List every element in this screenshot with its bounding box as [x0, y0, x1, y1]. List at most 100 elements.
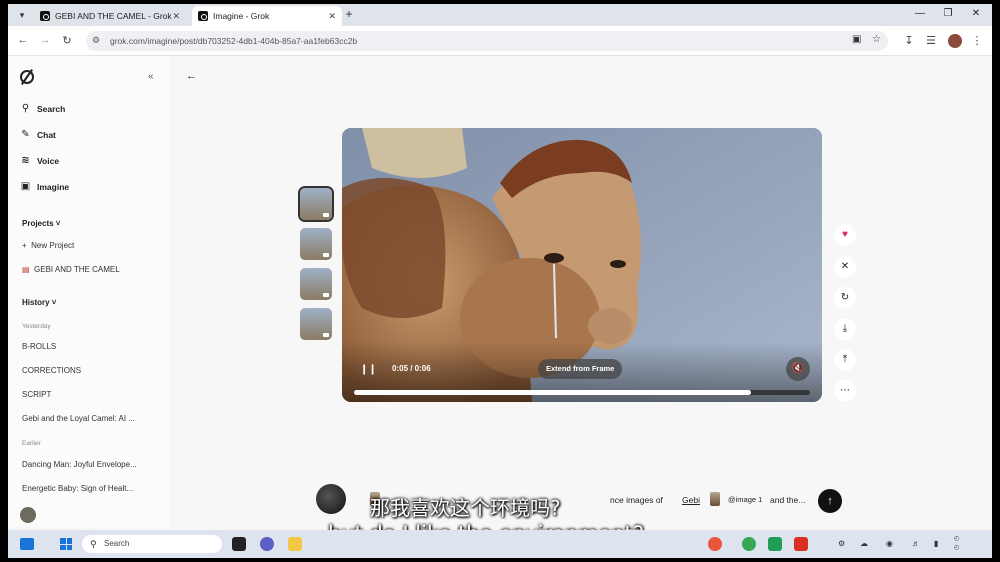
volume-icon[interactable]: ♬ — [912, 539, 920, 548]
downloads-icon[interactable]: ↧ — [902, 34, 916, 47]
chrome-icon[interactable] — [742, 537, 756, 551]
taskbar: ⚲ Search ⚙ ☁ ◉ ♬ ▮ ◴ ◴ — [8, 530, 992, 558]
prompt-mention-gebi: Gebi — [682, 495, 700, 505]
teams-icon[interactable] — [260, 537, 274, 551]
video-player[interactable]: ❙❙ 0:05 / 0:06 Extend from Frame 🔇 — [342, 128, 822, 402]
file-explorer-icon[interactable] — [288, 537, 302, 551]
minimize-icon[interactable]: — — [912, 8, 928, 19]
thumbnail[interactable] — [300, 228, 332, 260]
project-item[interactable]: ▤ GEBI AND THE CAMEL — [22, 265, 120, 274]
search-icon: ⚲ — [90, 539, 97, 549]
taskbar-search-label: Search — [104, 539, 130, 548]
cast-icon[interactable]: ▣ — [852, 34, 861, 45]
collapse-sidebar-icon[interactable]: « — [148, 71, 154, 82]
yesterday-label: Yesterday — [22, 323, 51, 330]
bookmark-star-icon[interactable]: ☆ — [872, 34, 881, 45]
voice-icon: ≋ — [21, 155, 30, 166]
close-tab-icon[interactable]: ✕ — [328, 11, 336, 22]
sidebar-item-search[interactable]: ⚲ Search — [20, 103, 66, 114]
tray-icon[interactable]: ☁ — [860, 539, 868, 548]
maximize-icon[interactable]: ❐ — [940, 8, 956, 19]
prompt-text-part2: and the... — [770, 495, 806, 505]
extend-from-frame-button[interactable]: Extend from Frame — [538, 359, 623, 379]
search-icon: ⚲ — [21, 103, 30, 114]
more-icon[interactable]: ⋯ — [834, 380, 856, 402]
plus-icon: + — [22, 241, 27, 250]
back-arrow-icon[interactable]: ← — [16, 34, 30, 46]
tab-label: GEBI AND THE CAMEL - Grok — [55, 11, 172, 21]
share-icon[interactable]: ⤒ — [834, 349, 856, 371]
close-tab-icon[interactable]: ✕ — [172, 11, 180, 22]
book-icon: ▤ — [22, 265, 30, 274]
projects-heading[interactable]: Projects ˅ — [22, 219, 60, 228]
chat-icon: ✎ — [21, 129, 30, 140]
grok-logo-icon[interactable] — [20, 70, 34, 84]
close-icon[interactable]: ✕ — [834, 256, 856, 278]
history-item[interactable]: SCRIPT — [22, 390, 51, 399]
new-tab-icon[interactable]: + — [342, 7, 356, 21]
prompt-image-ref: @image 1 — [728, 495, 763, 504]
tray-icon[interactable]: ⚙ — [838, 539, 845, 548]
wifi-icon[interactable]: ◉ — [886, 539, 893, 548]
sidebar-item-label: Imagine — [37, 181, 70, 192]
heart-icon[interactable]: ♥ — [834, 224, 856, 246]
send-button[interactable]: ↑ — [818, 489, 842, 513]
thumbnail[interactable] — [300, 308, 332, 340]
history-item[interactable]: Gebi and the Loyal Camel: AI ... — [22, 414, 135, 423]
history-item[interactable]: Energetic Baby: Sign of Healt... — [22, 484, 133, 493]
thumbnail[interactable] — [300, 268, 332, 300]
user-avatar[interactable] — [20, 507, 36, 523]
sidebar-item-voice[interactable]: ≋ Voice — [20, 155, 59, 166]
sidebar-item-label: Search — [37, 103, 66, 114]
new-project-button[interactable]: + New Project — [22, 241, 74, 250]
battery-icon[interactable]: ▮ — [934, 539, 938, 548]
windows-start-icon[interactable] — [60, 538, 72, 550]
widgets-icon[interactable] — [20, 538, 34, 550]
menu-kebab-icon[interactable]: ⋮ — [970, 34, 984, 47]
history-item[interactable]: B-ROLLS — [22, 342, 56, 351]
history-item[interactable]: Dancing Man: Joyful Envelope... — [22, 460, 137, 469]
video-progress-bar[interactable] — [354, 390, 810, 395]
pause-icon[interactable]: ❙❙ — [360, 364, 377, 375]
site-info-icon[interactable]: ⚙ — [92, 35, 100, 46]
subtitle-chinese: 那我喜欢这个环境吗? — [370, 496, 561, 520]
tab-label: Imagine - Grok — [213, 11, 270, 21]
thumbnail[interactable] — [300, 188, 332, 220]
back-button-icon[interactable]: ← — [186, 70, 197, 82]
video-time: 0:05 / 0:06 — [392, 364, 431, 373]
tab-bar: ▾ GEBI AND THE CAMEL - Grok ✕ Imagine - … — [8, 4, 992, 26]
sidebar-item-label: Chat — [37, 129, 56, 140]
grok-favicon-icon — [198, 11, 208, 21]
history-item[interactable]: CORRECTIONS — [22, 366, 81, 375]
reload-icon[interactable]: ↻ — [60, 34, 74, 47]
tab-imagine[interactable]: Imagine - Grok ✕ — [192, 6, 342, 26]
history-heading[interactable]: History ˅ — [22, 298, 56, 307]
tab-search-chevron-icon[interactable]: ▾ — [14, 8, 30, 22]
tab-gebi-camel[interactable]: GEBI AND THE CAMEL - Grok ✕ — [34, 6, 186, 26]
app-icon[interactable] — [794, 537, 808, 551]
browser-app-icon[interactable] — [708, 537, 722, 551]
app-icon[interactable] — [232, 537, 246, 551]
sidebar-item-label: Voice — [37, 155, 60, 166]
system-clock-icon[interactable]: ◴ ◴ — [954, 535, 959, 553]
download-icon[interactable]: ⤓ — [834, 318, 856, 340]
sidebar: « ⚲ Search ✎ Chat ≋ Voice ▣ Imagine Proj… — [8, 57, 170, 527]
profile-avatar[interactable] — [948, 34, 962, 48]
taskbar-search[interactable]: ⚲ Search — [82, 535, 222, 553]
address-bar[interactable]: ⚙ grok.com/imagine/post/db703252-4db1-40… — [86, 31, 888, 51]
muted-speaker-icon[interactable]: 🔇 — [786, 357, 810, 381]
prompt-text-part1: nce images of — [610, 495, 663, 505]
sidebar-item-imagine[interactable]: ▣ Imagine — [20, 181, 69, 192]
video-progress-fill — [354, 390, 751, 395]
composer-avatar — [316, 484, 346, 514]
image-reference-thumbnail — [710, 492, 720, 506]
new-project-label: New Project — [31, 241, 75, 250]
earlier-label: Earlier — [22, 440, 41, 447]
close-window-icon[interactable]: ✕ — [968, 8, 984, 19]
forward-arrow-icon[interactable]: → — [38, 34, 52, 46]
browser-window: ▾ GEBI AND THE CAMEL - Grok ✕ Imagine - … — [8, 4, 992, 558]
extensions-icon[interactable]: ☰ — [924, 34, 938, 47]
sidebar-item-chat[interactable]: ✎ Chat — [20, 129, 56, 140]
regenerate-icon[interactable]: ↻ — [834, 287, 856, 309]
app-icon[interactable] — [768, 537, 782, 551]
